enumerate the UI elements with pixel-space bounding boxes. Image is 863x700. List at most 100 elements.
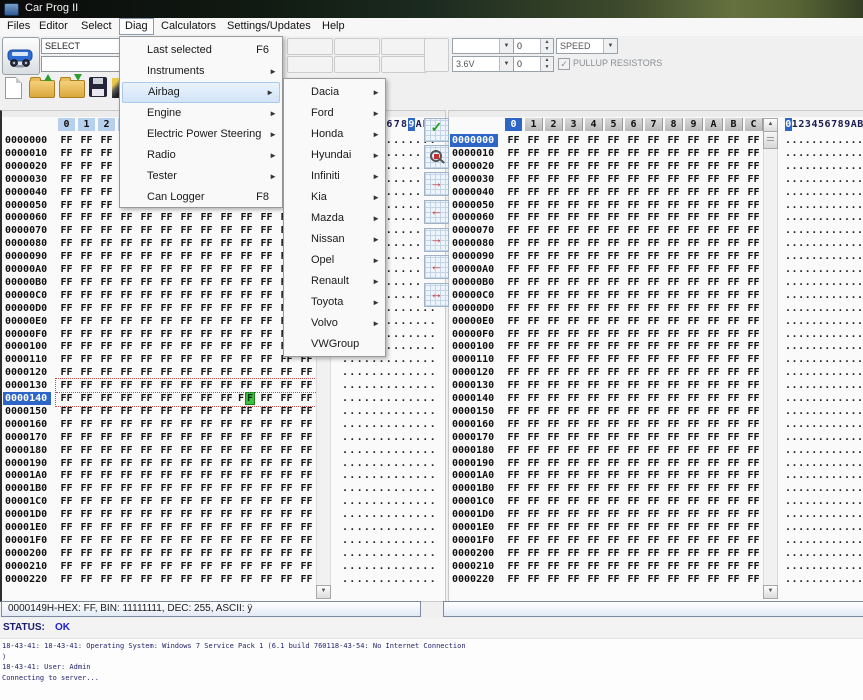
menu-item-airbag[interactable]: Airbag► (122, 82, 280, 103)
hex-byte-cell[interactable]: FF (625, 315, 642, 328)
hex-byte-cell[interactable]: FF (158, 482, 175, 495)
hex-byte-cell[interactable]: FF (218, 418, 235, 431)
hex-byte-cell[interactable]: FF (625, 147, 642, 160)
hex-byte-cell[interactable]: FF (98, 147, 115, 160)
hex-byte-cell[interactable]: FF (585, 366, 602, 379)
hex-byte-cell[interactable]: FF (98, 431, 115, 444)
hex-byte-cell[interactable]: FF (198, 560, 215, 573)
hex-byte-cell[interactable]: FF (685, 237, 702, 250)
hex-byte-cell[interactable]: FF (645, 237, 662, 250)
hex-byte-cell[interactable]: FF (605, 186, 622, 199)
hex-byte-cell[interactable]: FF (525, 186, 542, 199)
hex-byte-cell[interactable]: FF (725, 328, 742, 341)
hex-byte-cell[interactable]: FF (278, 469, 295, 482)
hex-byte-cell[interactable]: FF (525, 250, 542, 263)
hex-byte-cell[interactable]: FF (525, 211, 542, 224)
hex-byte-cell[interactable]: FF (138, 534, 155, 547)
hex-byte-cell[interactable]: FF (685, 379, 702, 392)
hex-byte-cell[interactable]: FF (645, 263, 662, 276)
hex-byte-cell[interactable]: FF (178, 534, 195, 547)
hex-byte-cell[interactable]: FF (705, 521, 722, 534)
hex-byte-cell[interactable]: FF (725, 134, 742, 147)
hex-byte-cell[interactable]: FF (138, 521, 155, 534)
hex-byte-cell[interactable]: FF (178, 431, 195, 444)
hex-byte-cell[interactable]: FF (605, 173, 622, 186)
ascii-row[interactable]: ............. (785, 134, 863, 147)
hex-byte-cell[interactable]: FF (138, 444, 155, 457)
hex-byte-cell[interactable]: FF (78, 521, 95, 534)
submenu-item-ford[interactable]: Ford► (284, 103, 385, 124)
hex-byte-cell[interactable]: FF (198, 482, 215, 495)
speed-dropdown[interactable]: SPEED ▼ (556, 38, 618, 54)
ascii-row[interactable]: ............. (342, 547, 437, 560)
hex-byte-cell[interactable]: FF (705, 482, 722, 495)
ascii-row[interactable]: ............. (785, 495, 863, 508)
hex-byte-cell[interactable]: FF (705, 302, 722, 315)
hex-byte-cell[interactable]: FF (565, 560, 582, 573)
hex-byte-cell[interactable]: FF (705, 263, 722, 276)
hex-byte-cell[interactable]: FF (258, 289, 275, 302)
hex-byte-cell[interactable]: FF (745, 328, 762, 341)
hex-byte-cell[interactable]: FF (605, 224, 622, 237)
hex-byte-cell[interactable]: FF (725, 199, 742, 212)
hex-byte-cell[interactable]: FF (238, 469, 255, 482)
hex-byte-cell[interactable]: FF (745, 211, 762, 224)
hex-byte-cell[interactable]: FF (625, 379, 642, 392)
hex-byte-cell[interactable]: FF (258, 340, 275, 353)
hex-byte-cell[interactable]: FF (258, 211, 275, 224)
toolbar-button-6[interactable] (381, 56, 427, 73)
ascii-row[interactable]: ............. (785, 508, 863, 521)
hex-byte-cell[interactable]: FF (505, 250, 522, 263)
hex-byte-cell[interactable]: FF (565, 444, 582, 457)
hex-byte-cell[interactable]: FF (565, 353, 582, 366)
toolbar-button-4[interactable] (287, 56, 333, 73)
hex-byte-cell[interactable]: FF (565, 469, 582, 482)
hex-byte-cell[interactable]: FF (58, 289, 75, 302)
hex-byte-cell[interactable]: FF (178, 276, 195, 289)
hex-byte-cell[interactable]: FF (138, 482, 155, 495)
spinner-up-down-icon[interactable]: ▲▼ (540, 57, 553, 71)
hex-byte-cell[interactable]: FF (625, 482, 642, 495)
hex-byte-cell[interactable]: FF (138, 495, 155, 508)
hex-byte-cell[interactable]: FF (745, 547, 762, 560)
spinner-up-down-icon[interactable]: ▲▼ (540, 39, 553, 53)
hex-byte-cell[interactable]: FF (625, 405, 642, 418)
hex-byte-cell[interactable]: FF (625, 353, 642, 366)
ascii-row[interactable]: ............. (342, 573, 437, 586)
hex-byte-cell[interactable]: FF (98, 315, 115, 328)
hex-byte-cell[interactable]: FF (98, 160, 115, 173)
hex-byte-cell[interactable]: FF (58, 495, 75, 508)
hex-byte-cell[interactable]: FF (198, 250, 215, 263)
hex-byte-cell[interactable]: FF (98, 418, 115, 431)
hex-byte-cell[interactable]: FF (505, 560, 522, 573)
hex-byte-cell[interactable]: FF (258, 508, 275, 521)
hex-byte-cell[interactable]: FF (98, 302, 115, 315)
hex-byte-cell[interactable]: FF (745, 289, 762, 302)
hex-byte-cell[interactable]: FF (665, 237, 682, 250)
hex-byte-cell[interactable]: FF (545, 444, 562, 457)
hex-byte-cell[interactable]: FF (78, 340, 95, 353)
hex-byte-cell[interactable]: FF (525, 405, 542, 418)
hex-byte-cell[interactable]: FF (178, 469, 195, 482)
hex-byte-cell[interactable]: FF (505, 495, 522, 508)
hex-byte-cell[interactable]: FF (58, 186, 75, 199)
hex-byte-cell[interactable]: FF (505, 289, 522, 302)
hex-byte-cell[interactable]: FF (98, 237, 115, 250)
hex-byte-cell[interactable]: FF (78, 263, 95, 276)
hex-byte-cell[interactable]: FF (238, 276, 255, 289)
hex-byte-cell[interactable]: FF (745, 482, 762, 495)
hex-byte-cell[interactable]: FF (545, 250, 562, 263)
hex-byte-cell[interactable]: FF (725, 353, 742, 366)
hex-byte-cell[interactable]: FF (138, 469, 155, 482)
hex-byte-cell[interactable]: FF (98, 469, 115, 482)
hex-byte-cell[interactable]: FF (545, 237, 562, 250)
hex-byte-cell[interactable]: FF (505, 534, 522, 547)
hex-byte-cell[interactable]: FF (605, 444, 622, 457)
hex-byte-cell[interactable]: FF (218, 224, 235, 237)
hex-byte-cell[interactable]: FF (525, 457, 542, 470)
hex-byte-cell[interactable]: FF (58, 457, 75, 470)
hex-byte-cell[interactable]: FF (158, 469, 175, 482)
hex-byte-cell[interactable]: FF (505, 482, 522, 495)
hex-byte-cell[interactable]: FF (665, 392, 682, 405)
hex-byte-cell[interactable]: FF (565, 495, 582, 508)
